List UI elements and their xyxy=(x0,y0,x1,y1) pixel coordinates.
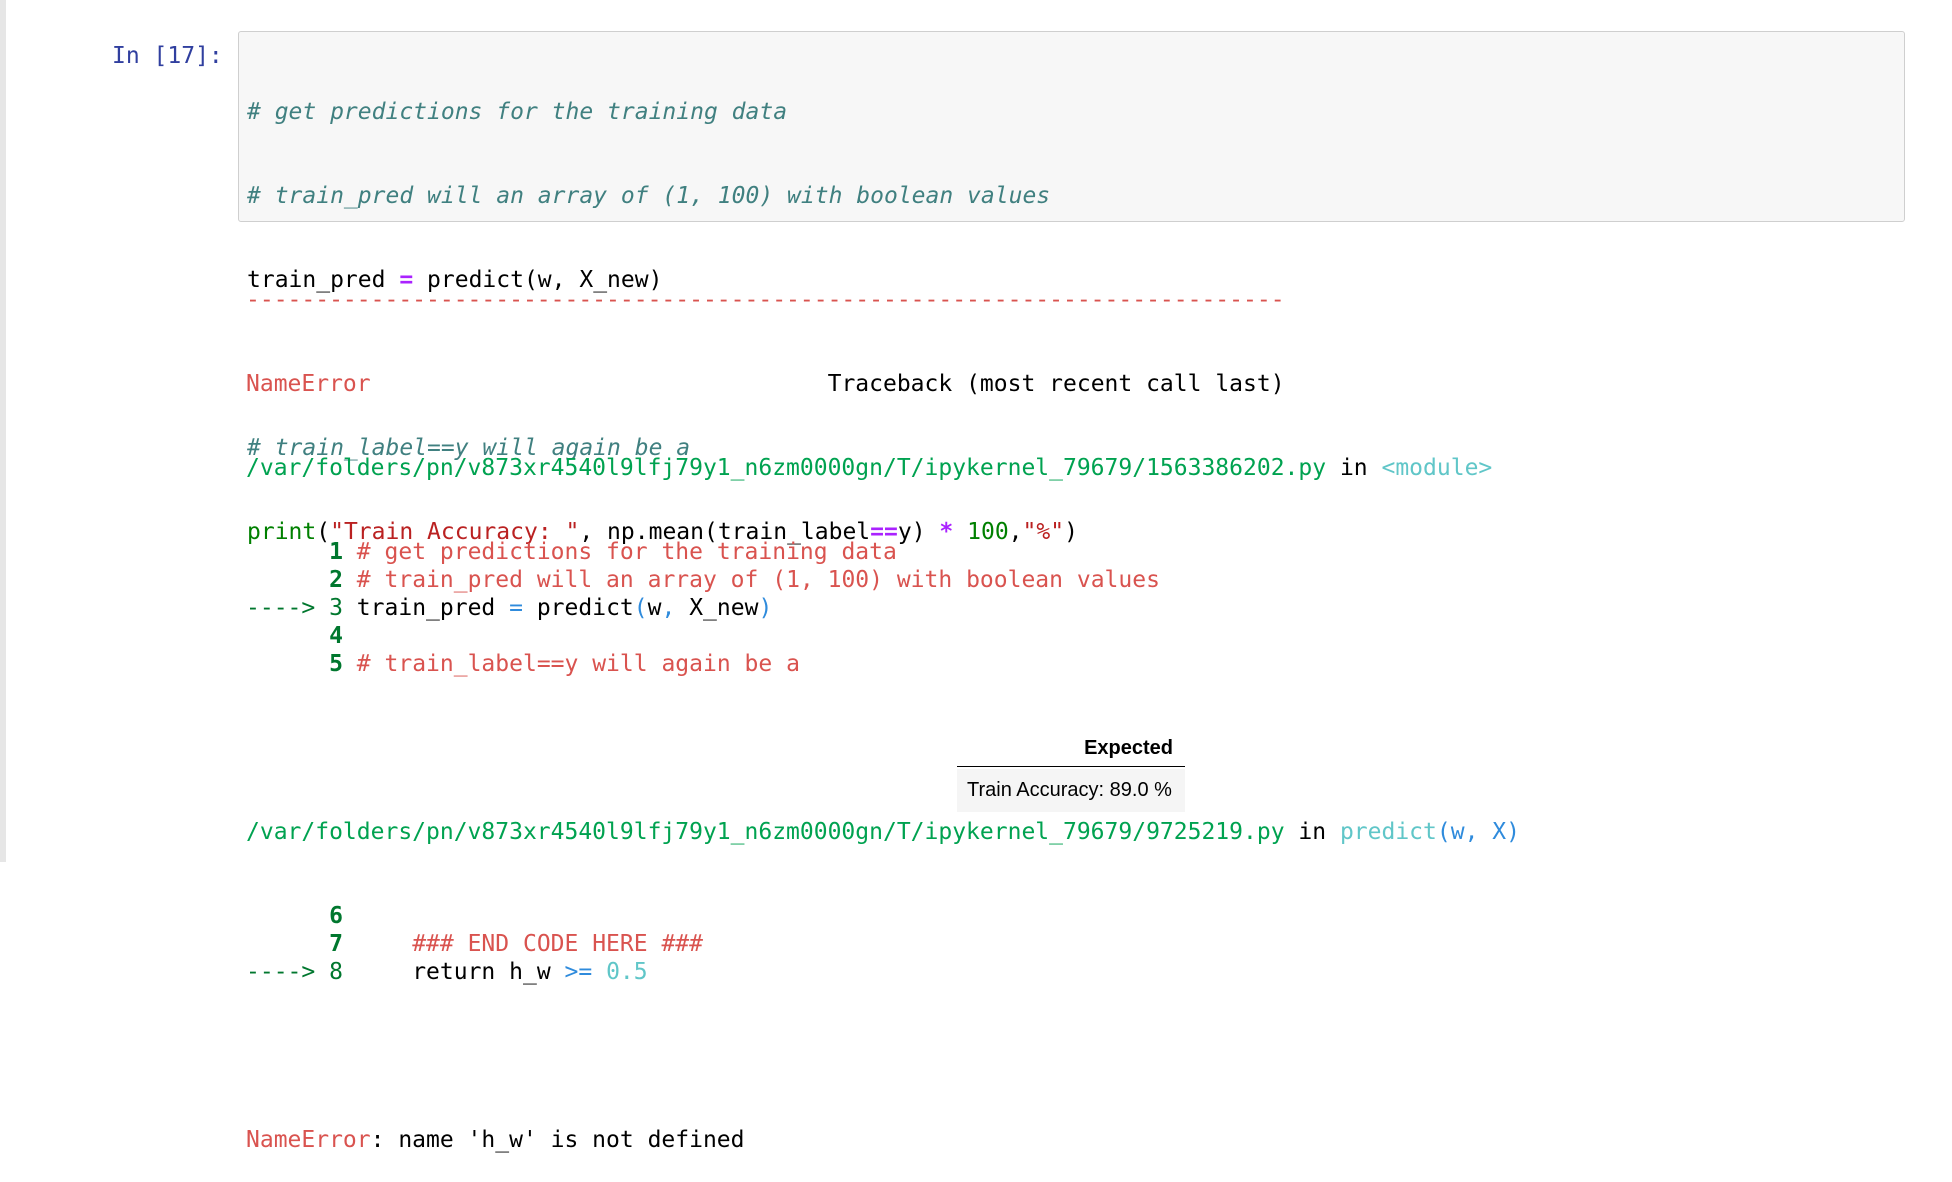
frame1-line-5: 5 # train_label==y will again be a xyxy=(329,651,800,677)
expected-output-table: Expected Train Accuracy: 89.0 % xyxy=(957,735,1185,812)
frame2-location: /var/folders/pn/v873xr4540l9lfj79y1_n6zm… xyxy=(246,819,1520,845)
cell-output-traceback: ----------------------------------------… xyxy=(246,230,1520,1182)
traceback-header: NameError Traceback (most recent call la… xyxy=(246,371,1285,397)
expected-header: Expected xyxy=(957,735,1185,767)
cell-prompt: In [17]: xyxy=(112,43,223,69)
code-line-2: # train_pred will an array of (1, 100) w… xyxy=(247,183,1051,209)
frame2-line-8: ----> 8 return h_w >= 0.5 xyxy=(246,959,648,985)
frame2-line-7: 7 ### END CODE HERE ### xyxy=(329,931,703,957)
final-error: NameError: name 'h_w' is not defined xyxy=(246,1127,745,1153)
frame1-line-1: 1 # get predictions for the training dat… xyxy=(329,539,897,565)
expected-value: Train Accuracy: 89.0 % xyxy=(957,769,1185,812)
frame1-line-3: ----> 3 train_pred = predict(w, X_new) xyxy=(246,595,773,621)
frame1-line-4: 4 xyxy=(329,623,343,649)
frame1-line-2: 2 # train_pred will an array of (1, 100)… xyxy=(329,567,1160,593)
code-line-1: # get predictions for the training data xyxy=(247,99,788,125)
code-cell-editor[interactable]: # get predictions for the training data … xyxy=(238,31,1905,545)
left-margin-bar xyxy=(0,0,6,862)
traceback-separator: ----------------------------------------… xyxy=(246,287,1285,313)
frame2-line-6: 6 xyxy=(329,903,343,929)
frame1-location: /var/folders/pn/v873xr4540l9lfj79y1_n6zm… xyxy=(246,455,1493,481)
